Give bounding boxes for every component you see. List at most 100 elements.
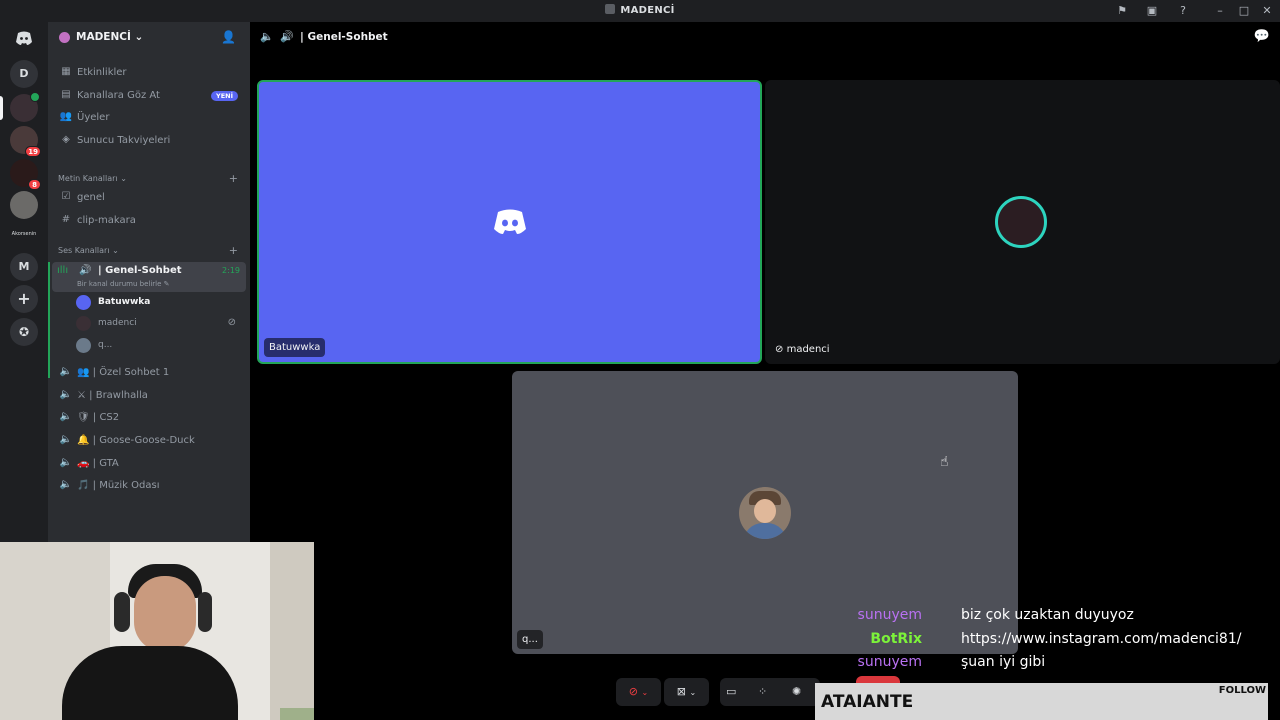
voice-channel-ozel-sohbet[interactable]: 🔈 👥 | Özel Sohbet 1 (54, 363, 244, 383)
chat-bubble-icon[interactable]: 💬 (1254, 29, 1270, 44)
help-icon[interactable]: ? (1175, 3, 1191, 19)
flag-icon[interactable]: ⚑ (1114, 3, 1130, 19)
speaker-icon: 🔊 (280, 30, 294, 43)
chat-username: sunuyem (857, 654, 922, 670)
sidebar-item-label: Üyeler (77, 112, 110, 123)
category-voice-label: Ses Kanalları (58, 246, 110, 255)
voice-channel-gta[interactable]: 🔈 🚗 | GTA (54, 454, 244, 474)
server-m[interactable]: M (10, 253, 38, 281)
channel-emoji: 🔔 (77, 435, 90, 446)
active-voice-line (48, 262, 50, 378)
participant-tile-batuwwka[interactable]: Batuwwka (257, 80, 762, 364)
chevron-down-icon: ⌄ (134, 31, 144, 43)
speaker-icon: 🔈 (59, 479, 73, 490)
main-header: 🔈 🔊 | Genel-Sohbet 💬 (250, 22, 1280, 52)
camera-toggle[interactable]: ⊠ ⌄ (664, 678, 709, 706)
voice-user-batuwwka[interactable]: Batuwwka (76, 293, 242, 313)
server-header[interactable]: MADENCİ ⌄ 👤 (48, 22, 250, 52)
channel-label: 🔔 | Goose-Goose-Duck (77, 435, 195, 446)
channel-label-text: Brawlhalla (95, 390, 148, 401)
voice-user-madenci[interactable]: madenci ⊘ (76, 314, 242, 334)
channel-label-text: CS2 (99, 412, 120, 423)
server-item-5[interactable] (10, 191, 38, 219)
server-d-label: D (19, 67, 29, 80)
sidebar-item-boosts[interactable]: ◈ Sunucu Takviyeleri (54, 131, 244, 151)
channel-label: 👥 | Özel Sohbet 1 (77, 367, 170, 378)
channel-label: 🛡 | CS2 (77, 412, 120, 423)
sidebar-item-label: Sunucu Takviyeleri (77, 135, 171, 146)
webcam-overlay (0, 542, 314, 720)
channel-label: 🎵 | Müzik Odası (77, 480, 160, 491)
channel-title: | Genel-Sohbet (300, 31, 388, 43)
voice-channel-brawlhalla[interactable]: 🔈 ⚔ | Brawlhalla (54, 386, 244, 406)
screen-share-icon[interactable]: ▭ (726, 678, 736, 706)
plus-icon[interactable]: + (10, 285, 38, 313)
voice-channel-cs2[interactable]: 🔈 🛡 | CS2 (54, 408, 244, 428)
sidebar-item-label: Etkinlikler (77, 67, 127, 78)
active-voice-name: | Genel-Sohbet (98, 265, 182, 276)
cursor-hand-icon: ☝ (940, 454, 949, 470)
channel-emoji: 👥 (77, 367, 90, 378)
channel-clip-makara[interactable]: # clip-makara (54, 211, 244, 231)
muted-mic-icon: ⊘ (775, 344, 784, 355)
inbox-icon[interactable]: ▣ (1144, 3, 1160, 19)
speaker-icon: 🔈 (59, 411, 73, 422)
server-item-3[interactable]: 19 (10, 126, 41, 157)
channel-label: clip-makara (77, 215, 136, 226)
channel-label-text: Goose-Goose-Duck (99, 435, 195, 446)
hash-icon: # (61, 214, 71, 225)
avatar (76, 295, 91, 310)
activities-icon[interactable]: ⁘ (758, 678, 767, 706)
soundboard-icon[interactable]: ✺ (792, 678, 801, 706)
app-root: MADENCİ ⚑ ▣ ? – □ ✕ D 19 8 Akorsenin M +… (0, 0, 1280, 720)
sidebar-item-browse[interactable]: ▤ Kanallara Göz At YENİ (54, 86, 244, 106)
server-item-4[interactable]: 8 (10, 159, 41, 190)
compass-icon[interactable]: ✪ (10, 318, 38, 346)
sidebar-item-members[interactable]: 👥 Üyeler (54, 108, 244, 128)
activity-controls: ▭ ⁘ ✺ (720, 678, 820, 706)
avatar (995, 196, 1047, 248)
channel-label: 🚗 | GTA (77, 458, 119, 469)
maximize-button[interactable]: □ (1236, 3, 1252, 19)
category-voice[interactable]: Ses Kanalları ⌄ (58, 246, 119, 255)
add-channel-icon[interactable]: + (229, 172, 238, 185)
active-voice-channel[interactable]: ıllı 🔊 | Genel-Sohbet 2:19 Bir kanal dur… (52, 262, 246, 292)
server-boost-icon (59, 32, 70, 43)
channel-status-text: Bir kanal durumu belirle (77, 280, 162, 288)
server-d[interactable]: D (10, 60, 38, 88)
server-akorsenin[interactable]: Akorsenin (2, 231, 46, 237)
channel-label-text: GTA (99, 458, 119, 469)
channel-status[interactable]: Bir kanal durumu belirle ✎ (77, 280, 170, 288)
title-bar: MADENCİ ⚑ ▣ ? – □ ✕ (0, 0, 1280, 22)
chevron-down-icon: ⌄ (112, 246, 119, 255)
add-voice-channel-icon[interactable]: + (229, 244, 238, 257)
invite-people-icon[interactable]: 👤 (221, 30, 236, 44)
boost-icon: ◈ (62, 134, 70, 145)
chevron-down-icon: ⌄ (689, 688, 697, 697)
server-badge: 8 (28, 179, 41, 190)
chat-text: şuan iyi gibi (961, 654, 1046, 670)
server-madenci[interactable] (10, 92, 40, 122)
discord-logo-icon (494, 209, 526, 234)
tile-name-label: ⊘ madenci (770, 340, 835, 359)
speaker-icon: 🔈 (59, 366, 73, 377)
browse-icon: ▤ (61, 89, 71, 100)
tile-name-label: Batuwwka (264, 338, 326, 357)
channel-label-text: Müzik Odası (99, 480, 160, 491)
voice-channel-muzik[interactable]: 🔈 🎵 | Müzik Odası (54, 476, 244, 496)
discord-logo-icon[interactable] (10, 24, 38, 52)
voice-channel-goose[interactable]: 🔈 🔔 | Goose-Goose-Duck (54, 431, 244, 451)
close-button[interactable]: ✕ (1259, 3, 1275, 19)
category-text[interactable]: Metin Kanalları ⌄ (58, 174, 127, 183)
volume-icon[interactable]: 🔈 (260, 30, 274, 43)
mute-toggle[interactable]: ⊘ ⌄ (616, 678, 661, 706)
category-text-label: Metin Kanalları (58, 174, 118, 183)
minimize-button[interactable]: – (1212, 3, 1228, 19)
speaker-icon: 🔈 (59, 457, 73, 468)
muted-mic-icon: ⊘ (227, 317, 236, 328)
channel-genel[interactable]: ☑ genel (54, 188, 244, 208)
participant-tile-madenci[interactable]: ⊘ madenci (765, 80, 1280, 364)
sidebar-item-events[interactable]: ▦ Etkinlikler (54, 63, 244, 83)
chat-username: BotRix (870, 631, 922, 647)
voice-user-q[interactable]: q... (76, 336, 242, 356)
